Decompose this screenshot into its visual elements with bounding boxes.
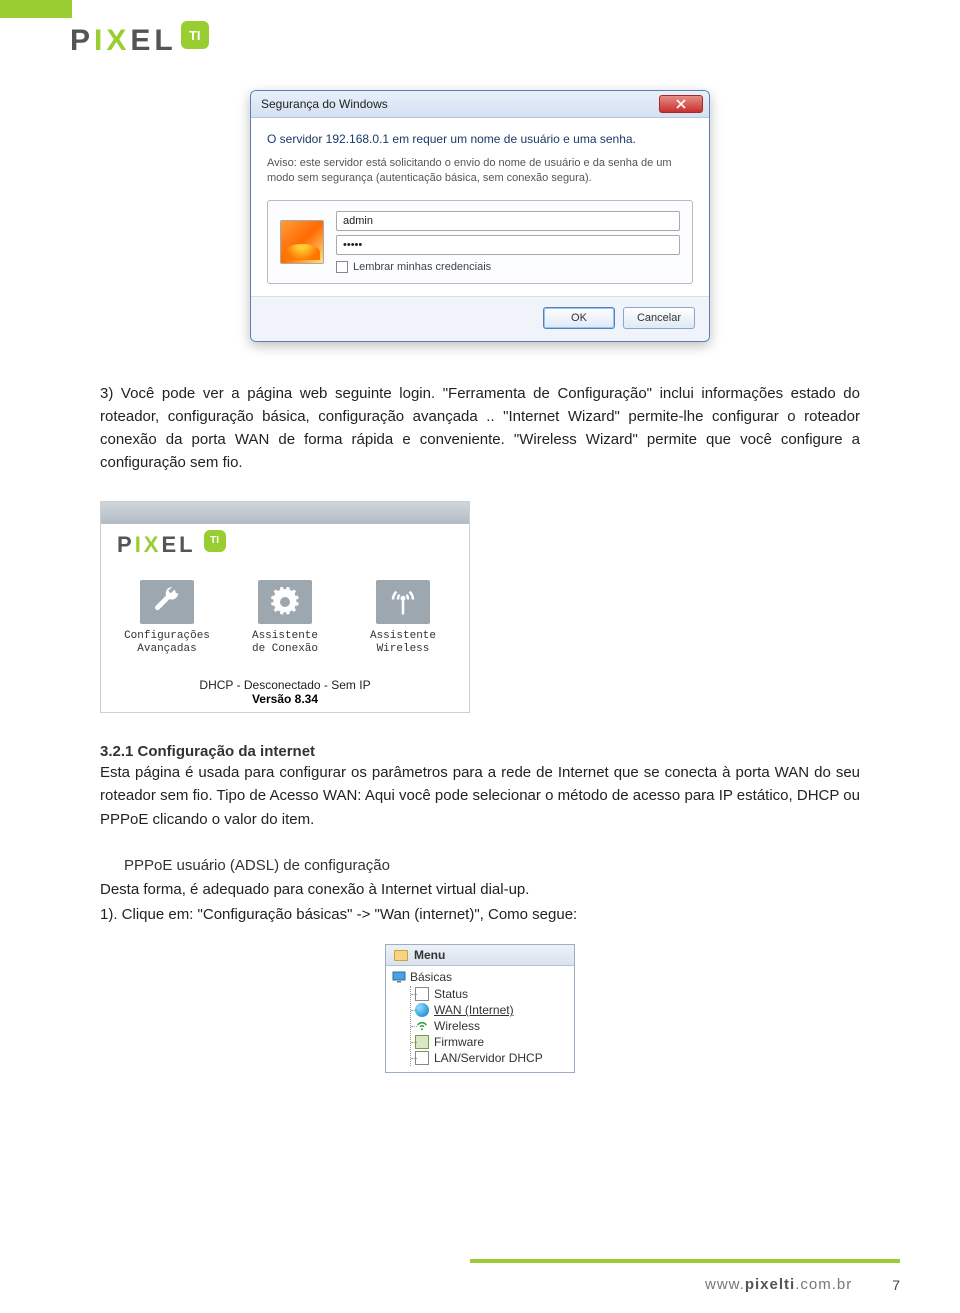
folder-icon (394, 950, 408, 961)
windows-security-dialog: Segurança do Windows O servidor 192.168.… (250, 90, 710, 342)
user-avatar-icon (280, 220, 324, 264)
tree-item-label: LAN/Servidor DHCP (434, 1051, 543, 1065)
tree-item-wan[interactable]: WAN (Internet) (415, 1002, 568, 1018)
wireless-icon (415, 1019, 429, 1033)
tree-item-firmware[interactable]: Firmware (415, 1034, 568, 1050)
close-icon (676, 99, 686, 109)
brand-logo: PIXEL TI (70, 24, 209, 58)
monitor-icon (392, 970, 406, 984)
tree-item-status[interactable]: Status (415, 986, 568, 1002)
menu-title: Menu (414, 948, 445, 962)
body-paragraph-3b: 1). Clique em: "Configuração básicas" ->… (100, 903, 860, 926)
menu-tree-panel: Menu Básicas Status WAN (In (385, 944, 575, 1073)
router-tile-connection-wizard[interactable]: Assistente de Conexão (240, 580, 330, 656)
tree-item-label: Wireless (434, 1019, 480, 1033)
dialog-title: Segurança do Windows (261, 97, 388, 111)
remember-credentials-row[interactable]: Lembrar minhas credenciais (336, 261, 680, 273)
section-heading: 3.2.1 Configuração da internet (100, 743, 315, 760)
router-landing-panel: PIXEL TI Configurações Avançadas Assiste… (100, 501, 470, 713)
router-tile-advanced[interactable]: Configurações Avançadas (122, 580, 212, 656)
sub-heading-pppoe: PPPoE usuário (ADSL) de configuração (124, 857, 860, 874)
brand-ti-badge: TI (181, 21, 209, 49)
body-paragraph-3a: Desta forma, é adequado para conexão à I… (100, 878, 860, 901)
tree-root-basicas[interactable]: Básicas (392, 970, 568, 984)
footer-url: www.pixelti.com.br (705, 1276, 852, 1293)
router-tile-label: Assistente de Conexão (252, 630, 318, 656)
document-header: PIXEL TI (0, 0, 960, 60)
body-paragraph-2: Esta página é usada para configurar os p… (100, 761, 860, 831)
remember-label: Lembrar minhas credenciais (353, 261, 491, 273)
dialog-message-warning: Aviso: este servidor está solicitando o … (267, 156, 693, 186)
tree-root-label: Básicas (410, 970, 452, 984)
document-icon (415, 1051, 429, 1065)
router-version-text: Versão 8.34 (101, 692, 469, 706)
close-button[interactable] (659, 95, 703, 113)
credentials-box: Lembrar minhas credenciais (267, 200, 693, 284)
tree-item-label: WAN (Internet) (434, 1003, 514, 1017)
document-icon (415, 987, 429, 1001)
router-brand-ti-badge: TI (204, 530, 226, 552)
footer-accent-bar (470, 1259, 900, 1263)
dialog-message-primary: O servidor 192.168.0.1 em requer um nome… (267, 132, 693, 146)
router-panel-topbar (101, 502, 469, 524)
remember-checkbox[interactable] (336, 261, 348, 273)
footer-url-prefix: www. (705, 1276, 745, 1293)
router-brand-row: PIXEL TI (101, 524, 469, 576)
page-number: 7 (892, 1277, 900, 1293)
tree-item-label: Status (434, 987, 468, 1001)
router-brand-wordmark: PIXEL (117, 532, 196, 558)
brand-wordmark: PIXEL (70, 24, 177, 58)
body-paragraph-1: 3) Você pode ver a página web seguinte l… (100, 382, 860, 475)
tree-item-label: Firmware (434, 1035, 484, 1049)
router-tile-wireless-wizard[interactable]: Assistente Wireless (358, 580, 448, 656)
router-tile-label: Configurações Avançadas (124, 630, 210, 656)
router-tile-label: Assistente Wireless (370, 630, 436, 656)
footer-url-suffix: .com.br (795, 1276, 852, 1293)
document-footer: www.pixelti.com.br 7 (0, 1276, 960, 1293)
ok-button[interactable]: OK (543, 307, 615, 329)
wrench-icon (140, 580, 194, 624)
tree-item-lan-dhcp[interactable]: LAN/Servidor DHCP (415, 1050, 568, 1066)
gear-icon (258, 580, 312, 624)
username-field[interactable] (336, 211, 680, 231)
chip-icon (415, 1035, 429, 1049)
footer-url-domain: pixelti (745, 1276, 795, 1293)
antenna-icon (376, 580, 430, 624)
globe-icon (415, 1003, 429, 1017)
password-field[interactable] (336, 235, 680, 255)
router-status-text: DHCP - Desconectado - Sem IP (101, 678, 469, 692)
tree-item-wireless[interactable]: Wireless (415, 1018, 568, 1034)
menu-tree-header: Menu (386, 945, 574, 966)
dialog-titlebar: Segurança do Windows (251, 91, 709, 118)
cancel-button[interactable]: Cancelar (623, 307, 695, 329)
header-accent-bar (0, 0, 72, 18)
